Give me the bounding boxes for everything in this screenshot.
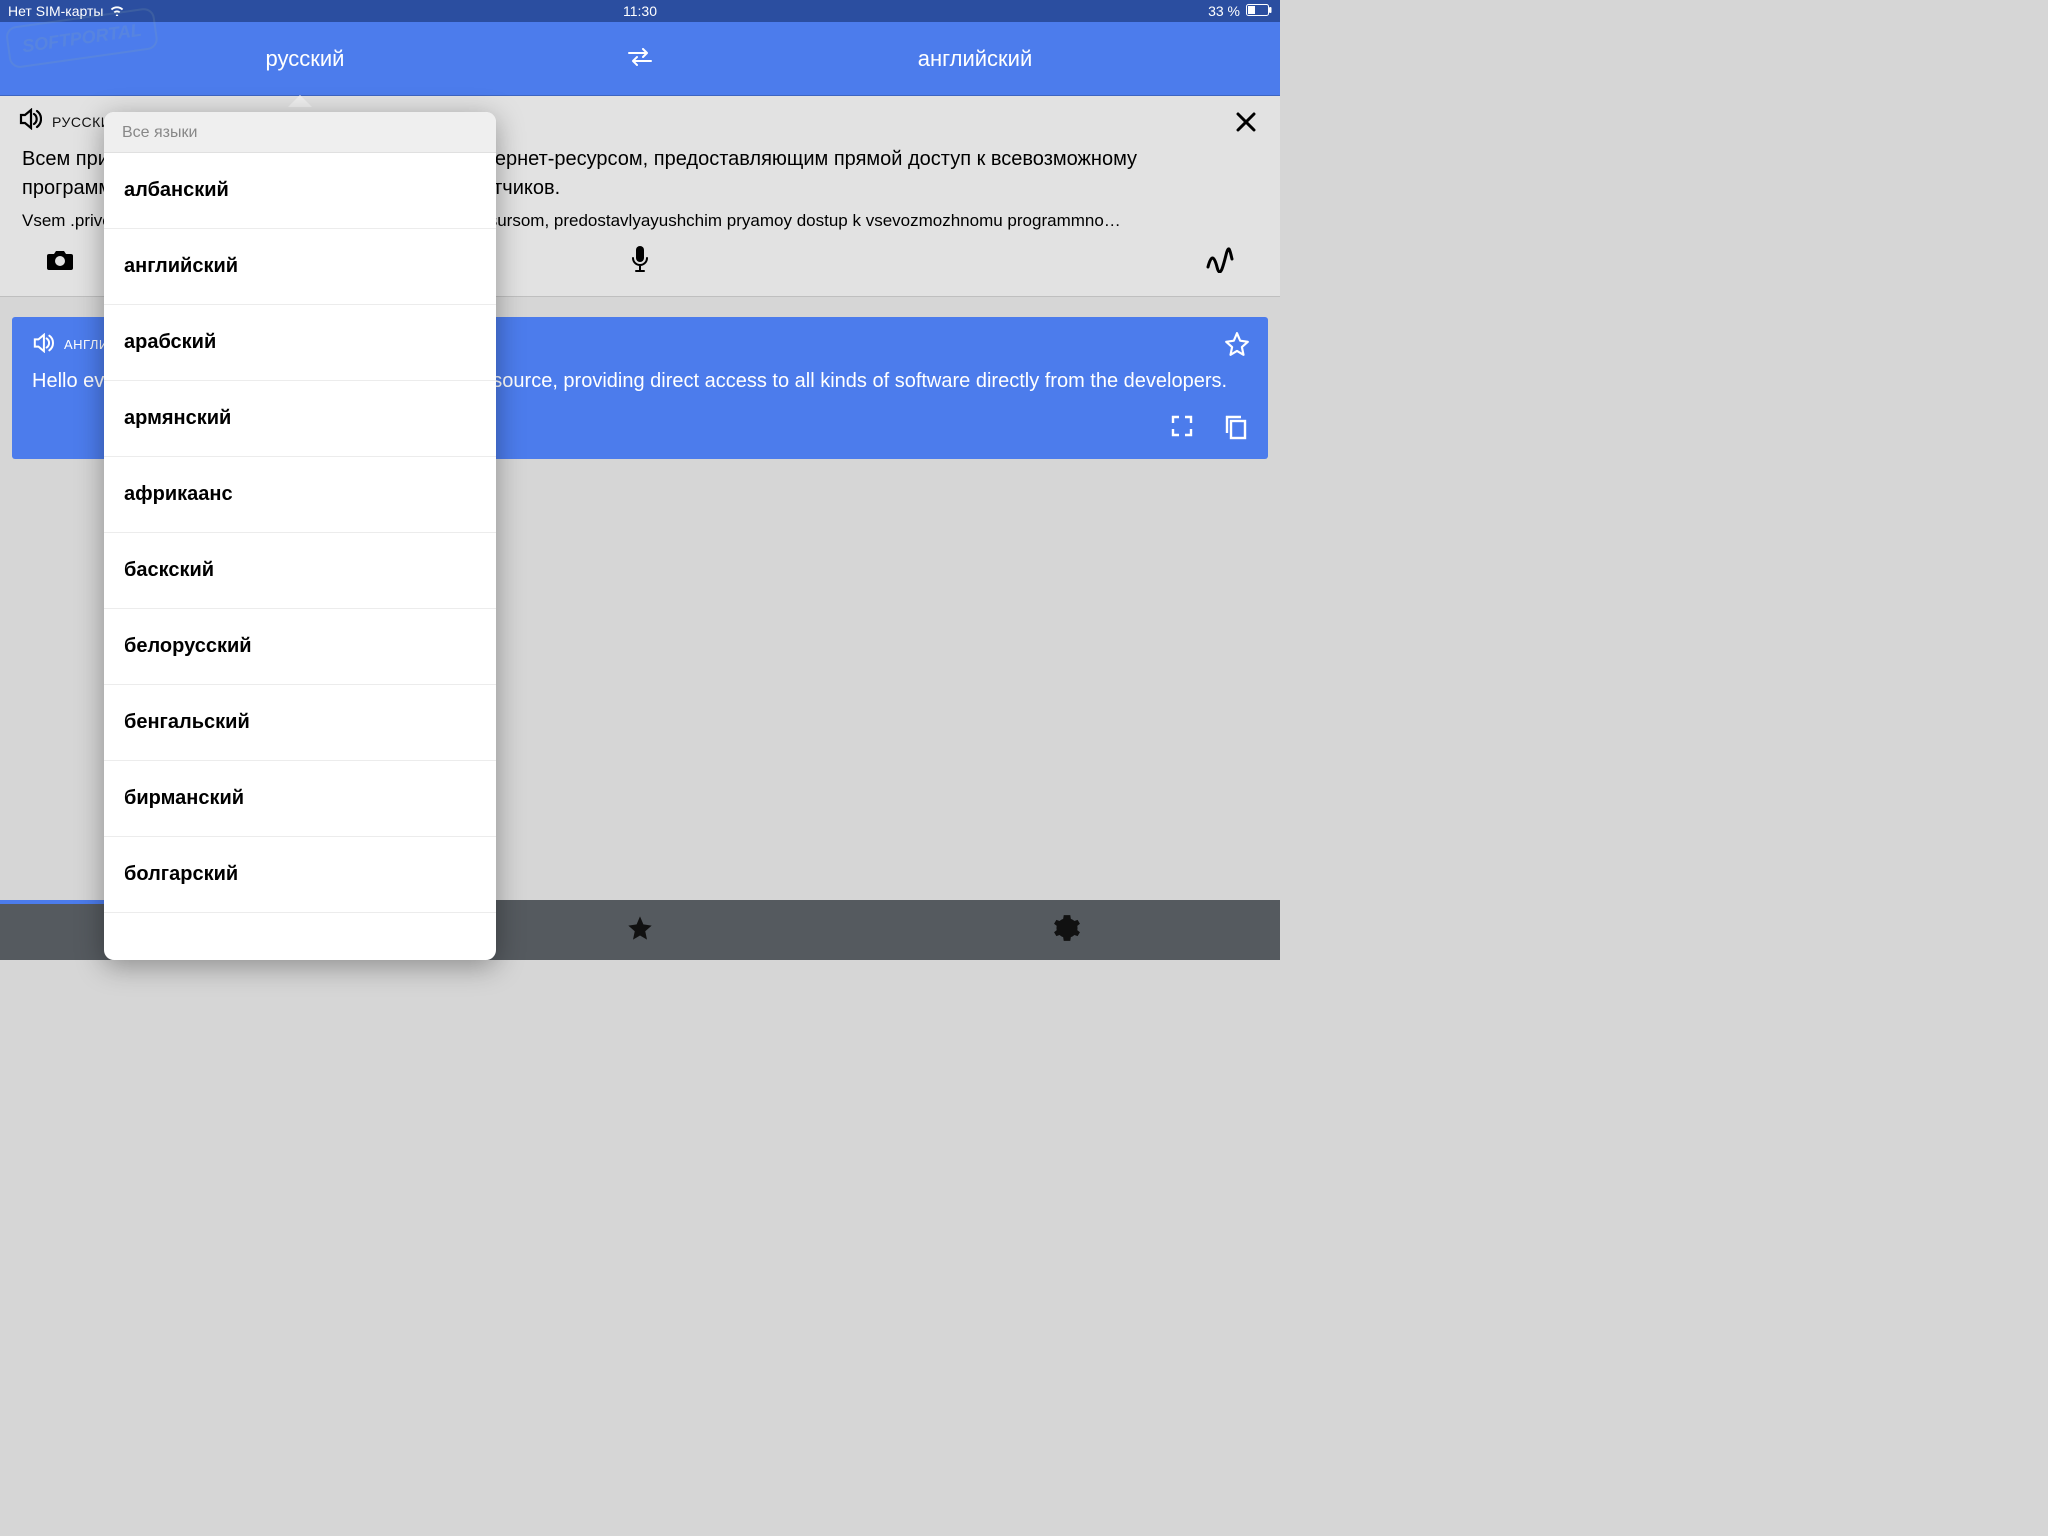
target-language-label: английский: [918, 46, 1033, 72]
language-header: русский английский: [0, 22, 1280, 96]
carrier-text: Нет SIM-карты: [8, 3, 103, 19]
copy-button[interactable]: [1224, 414, 1248, 445]
handwriting-icon: [1205, 260, 1235, 277]
swap-icon: [627, 46, 653, 72]
camera-icon: [45, 259, 75, 276]
target-language-button[interactable]: английский: [670, 22, 1280, 95]
language-option[interactable]: английский: [104, 229, 496, 305]
clock-text: 11:30: [0, 3, 1280, 19]
language-option[interactable]: баскский: [104, 533, 496, 609]
fullscreen-icon: [1170, 425, 1194, 442]
popover-caret: [288, 95, 312, 107]
language-option[interactable]: арабский: [104, 305, 496, 381]
language-option[interactable]: армянский: [104, 381, 496, 457]
ios-status-bar: Нет SIM-карты 11:30 33 %: [0, 0, 1280, 22]
star-filled-icon: [626, 929, 654, 946]
language-option[interactable]: белорусский: [104, 609, 496, 685]
battery-icon: [1246, 3, 1272, 19]
fullscreen-button[interactable]: [1170, 414, 1194, 445]
language-picker-popover: Все языки албанский английский арабский …: [104, 112, 496, 960]
source-language-label: русский: [266, 46, 345, 72]
favorite-button[interactable]: [1224, 331, 1250, 362]
star-icon: [1224, 344, 1250, 361]
close-icon: [1234, 109, 1258, 140]
source-language-button[interactable]: русский: [0, 22, 610, 95]
camera-input-button[interactable]: [40, 248, 80, 277]
microphone-icon: [630, 262, 650, 279]
language-option[interactable]: бирманский: [104, 761, 496, 837]
speaker-icon[interactable]: [32, 333, 54, 356]
voice-input-button[interactable]: [620, 245, 660, 280]
copy-icon: [1224, 427, 1248, 444]
wifi-icon: [109, 3, 125, 19]
language-option[interactable]: болгарский: [104, 837, 496, 913]
handwriting-input-button[interactable]: [1200, 247, 1240, 278]
language-list[interactable]: албанский английский арабский армянский …: [104, 153, 496, 960]
clear-input-button[interactable]: [1234, 110, 1258, 139]
language-option[interactable]: албанский: [104, 153, 496, 229]
battery-text: 33 %: [1208, 3, 1240, 19]
speaker-icon[interactable]: [18, 108, 42, 135]
language-picker-title: Все языки: [104, 112, 496, 153]
language-option[interactable]: бенгальский: [104, 685, 496, 761]
gear-icon: [1053, 929, 1081, 946]
tab-settings[interactable]: [853, 914, 1280, 947]
language-option[interactable]: африкаанс: [104, 457, 496, 533]
swap-languages-button[interactable]: [610, 45, 670, 72]
